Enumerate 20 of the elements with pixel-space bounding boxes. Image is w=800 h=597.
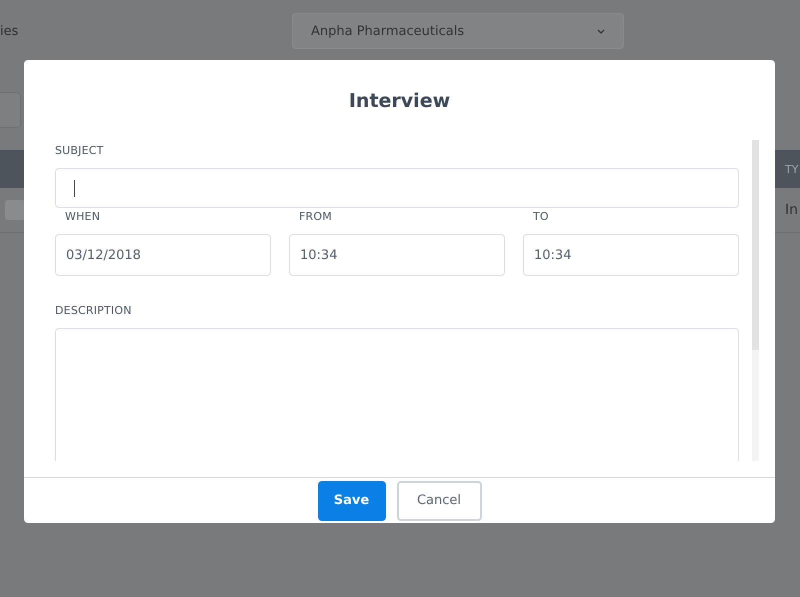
input-field[interactable]: 10:34: [289, 234, 505, 276]
scrollbar[interactable]: [752, 140, 759, 461]
row-badge: [5, 200, 25, 220]
field-label: TO: [532, 210, 550, 223]
field-label: SUBJECT: [55, 144, 105, 157]
table-cell: In: [784, 202, 798, 218]
chevron-down-icon: [597, 28, 605, 34]
description-field[interactable]: [55, 328, 739, 461]
page-heading: ies: [0, 24, 20, 38]
field-label: WHEN: [64, 210, 102, 223]
input-field[interactable]: 03/12/2018: [55, 234, 271, 276]
dialog-title: Interview: [348, 89, 452, 114]
column-header: TY: [785, 162, 800, 176]
field-label: FROM: [298, 210, 333, 223]
subject-field[interactable]: [55, 168, 739, 208]
company-select[interactable]: Anpha Pharmaceuticals: [292, 13, 624, 49]
cancel-button[interactable]: Cancel: [396, 480, 482, 520]
field-label: DESCRIPTION: [55, 304, 133, 317]
input-field[interactable]: 10:34: [523, 234, 739, 276]
save-button[interactable]: Save: [318, 480, 386, 520]
